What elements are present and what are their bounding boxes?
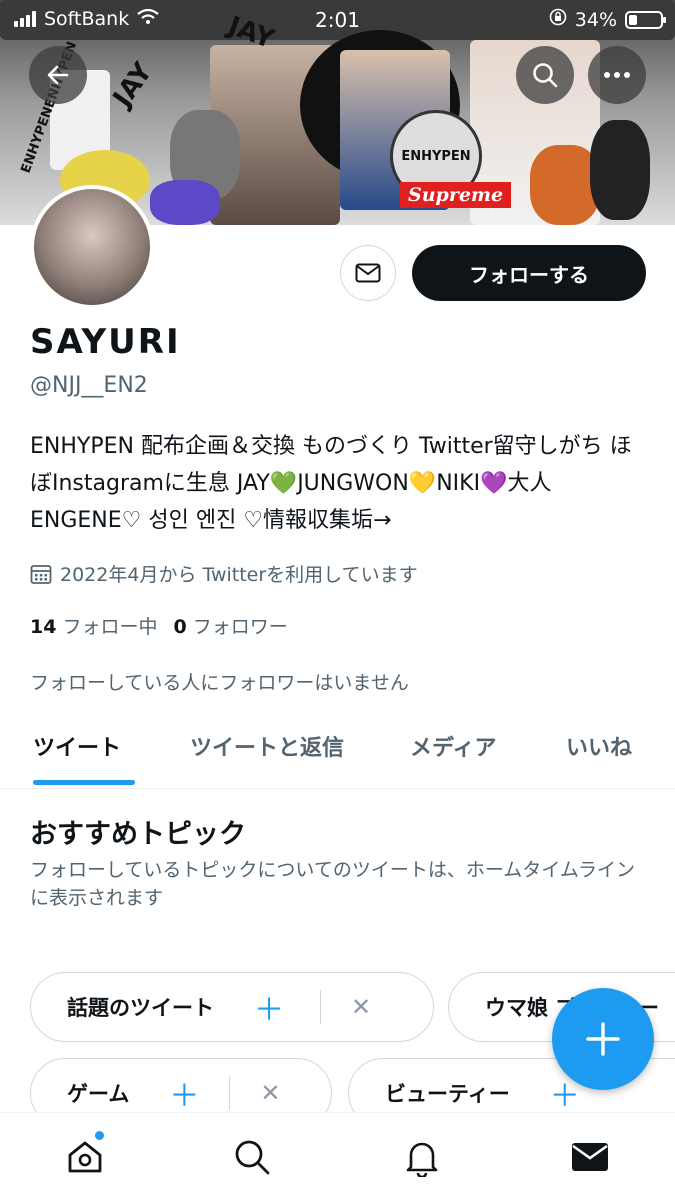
followers-link[interactable]: 0 フォロワー [174, 612, 288, 639]
more-icon [604, 72, 630, 78]
back-button[interactable] [29, 46, 87, 104]
status-bar: SoftBank 2:01 34% [0, 0, 675, 40]
plus-icon[interactable]: ＋ [169, 1071, 199, 1115]
following-count: 14 [30, 616, 57, 638]
followers-count: 0 [173, 616, 187, 638]
follow-button[interactable]: フォローする [412, 245, 646, 301]
profile-name: SAYURI [30, 322, 181, 362]
profile-avatar[interactable] [30, 185, 154, 309]
topics-subtitle: フォローしているトピックについてのツイートは、ホームタイムラインに表示されます [30, 859, 635, 909]
banner-plush-cat [590, 120, 650, 220]
compose-button[interactable] [552, 988, 654, 1090]
tab-media[interactable]: メディア [410, 730, 496, 762]
nav-explore[interactable] [230, 1135, 274, 1179]
banner-text-jay-1: JAY [107, 57, 159, 113]
topic-chip[interactable]: 話題のツイート ＋ ✕ [30, 972, 434, 1042]
profile-handle: @NJJ__EN2 [30, 373, 148, 398]
search-icon [235, 1140, 270, 1175]
bell-icon [406, 1142, 438, 1177]
orientation-lock-icon [549, 8, 567, 31]
bottom-nav [0, 1112, 675, 1201]
close-icon[interactable]: ✕ [260, 1079, 280, 1107]
topics-title: おすすめトピック [30, 819, 246, 850]
plus-icon[interactable]: ＋ [254, 985, 284, 1029]
nav-home[interactable] [63, 1135, 107, 1179]
profile-bio: ENHYPEN 配布企画＆交換 ものづくり Twitter留守しがち ほぼIns… [30, 434, 632, 533]
tab-tweets[interactable]: ツイート [33, 730, 121, 762]
follow-stats: 14 フォロー中 0 フォロワー [30, 612, 288, 639]
status-right: 34% [549, 8, 666, 31]
battery-percent: 34% [574, 8, 617, 31]
profile-tabs: ツイート ツイートと返信 メディア いいね [0, 712, 675, 789]
chip-divider [229, 1076, 231, 1110]
tab-tweets-replies[interactable]: ツイートと返信 [190, 730, 344, 762]
home-icon [68, 1141, 102, 1173]
topic-chip-label: ビューティー [385, 1082, 510, 1106]
search-icon [533, 63, 558, 88]
close-icon[interactable]: ✕ [351, 993, 371, 1021]
chip-divider [320, 990, 321, 1024]
topic-chip-label: ゲーム [67, 1082, 130, 1106]
message-button[interactable] [340, 245, 396, 301]
no-followers-note: フォローしている人にフォロワーはいません [30, 672, 409, 694]
nav-notifications[interactable] [400, 1135, 444, 1179]
envelope-icon [572, 1143, 608, 1171]
banner-stars [150, 180, 220, 225]
following-label: フォロー中 [62, 616, 158, 638]
arrow-left-icon [47, 65, 69, 85]
joined-text: 2022年4月から Twitterを利用しています [60, 564, 418, 586]
joined-date: 2022年4月から Twitterを利用しています [30, 560, 418, 587]
home-notification-dot [95, 1131, 104, 1140]
following-link[interactable]: 14 フォロー中 [30, 612, 158, 639]
banner-supreme-logo: Supreme [400, 182, 512, 208]
tab-likes[interactable]: いいね [566, 730, 632, 762]
battery-icon [625, 10, 666, 29]
followers-label: フォロワー [192, 616, 288, 638]
more-button[interactable] [588, 46, 646, 104]
plus-icon [586, 1022, 620, 1056]
topic-chip-label: 話題のツイート [67, 996, 214, 1020]
search-button[interactable] [516, 46, 574, 104]
envelope-icon [355, 263, 381, 283]
nav-messages[interactable] [568, 1135, 612, 1179]
calendar-icon [30, 564, 52, 584]
active-tab-indicator [33, 780, 135, 785]
